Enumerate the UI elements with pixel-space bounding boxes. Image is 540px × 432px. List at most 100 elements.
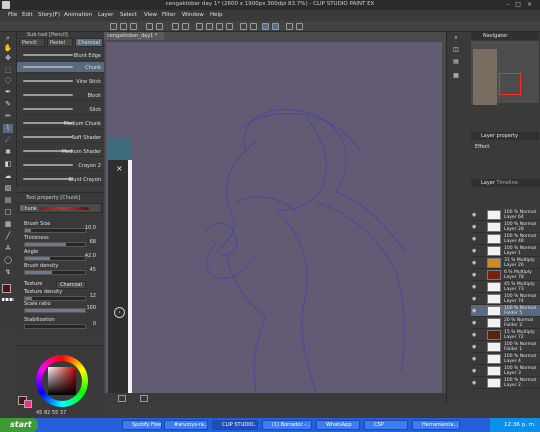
navigator-viewport[interactable] (499, 73, 521, 95)
special-ruler-icon[interactable] (286, 23, 293, 30)
blend-icon[interactable]: ☁ (3, 172, 13, 181)
tab-pencil[interactable]: Pencil (19, 38, 45, 47)
brush-item[interactable]: Soft Shader (17, 132, 105, 143)
prop-slider[interactable] (24, 242, 86, 247)
start-button[interactable]: start (0, 418, 38, 432)
selection-icon[interactable]: ⬚ (3, 66, 13, 75)
texture-select[interactable]: Charcoal (56, 281, 86, 289)
eye-icon[interactable]: ◉ (472, 284, 476, 290)
transform-icon[interactable] (196, 23, 203, 30)
move-icon[interactable]: ✥ (3, 54, 13, 63)
document-tab[interactable]: cengaktober_day1 * (104, 32, 164, 40)
menu-filter[interactable]: Filter (162, 12, 176, 18)
prop-slider[interactable] (24, 228, 86, 233)
brush-item-selected[interactable]: Chunk (17, 62, 105, 73)
frame-icon[interactable]: ▦ (3, 220, 13, 229)
zoom-icon[interactable]: ⌕ (3, 34, 13, 43)
eye-icon[interactable]: ◉ (472, 320, 476, 326)
prop-texture[interactable]: Texture Charcoal (16, 279, 104, 289)
rotate-icon[interactable] (140, 395, 148, 402)
save-icon[interactable] (130, 23, 137, 30)
eye-icon[interactable]: ◉ (472, 236, 476, 242)
layer-row[interactable]: ◉ 100 % Normal Folder 5 (471, 305, 540, 317)
main-color-swatch[interactable] (2, 284, 11, 293)
tab-charcoal[interactable]: Charcoal (75, 38, 103, 47)
layer-row[interactable]: ◉ 100 % Normal Layer 48 (471, 233, 540, 245)
prop-stabilization[interactable]: Stabilization 0 (16, 317, 104, 331)
eye-icon[interactable]: ◉ (472, 332, 476, 338)
eye-icon[interactable]: ◉ (472, 356, 476, 362)
pen-pressure-icon[interactable] (262, 23, 269, 30)
menu-select[interactable]: Select (120, 12, 137, 18)
saturation-value-square[interactable] (48, 367, 76, 395)
eye-icon[interactable]: ◉ (472, 224, 476, 230)
menu-view[interactable]: View (144, 12, 157, 18)
chevron-right-icon[interactable]: › (114, 307, 125, 318)
grid-icon[interactable] (296, 23, 303, 30)
airbrush-icon[interactable]: ☄ (3, 136, 13, 145)
lasso-icon[interactable]: ◌ (3, 76, 13, 85)
fill-tool-icon[interactable]: ▨ (3, 184, 13, 193)
task-spotify[interactable]: Spotify Free (122, 420, 162, 430)
task-browser[interactable]: #arumys-ra... (164, 420, 208, 430)
layer-row[interactable]: ◉ 45 % Multiply Layer 73 (471, 281, 540, 293)
layer-row[interactable]: ◉ 100 % Normal Layer 74 (471, 293, 540, 305)
menu-file[interactable]: File (8, 12, 17, 18)
prop-angle[interactable]: Angle 42.0 (16, 249, 104, 263)
fill-icon[interactable] (182, 23, 189, 30)
undo-icon[interactable] (146, 23, 153, 30)
prop-slider[interactable] (24, 256, 86, 261)
close-icon[interactable]: × (116, 164, 123, 173)
tab-icon[interactable]: ▦ (451, 72, 461, 81)
layer-row[interactable]: ◉ 100 % Normal Folder 1 (471, 341, 540, 353)
layer-row[interactable]: ◉ 15 % Multiply Layer 72 (471, 329, 540, 341)
task-herramienta[interactable]: Herramienta... (412, 420, 460, 430)
ruler-icon[interactable] (250, 23, 257, 30)
prop-slider[interactable] (24, 308, 86, 313)
ruler-tool-icon[interactable]: ╱ (3, 232, 13, 241)
redo-icon[interactable] (156, 23, 163, 30)
correct-line-icon[interactable]: ↯ (3, 268, 13, 277)
layer-search-icon[interactable]: ⌕ (451, 34, 461, 43)
prop-thickness[interactable]: Thickness 68 (16, 235, 104, 249)
menu-edit[interactable]: Edit (22, 12, 33, 18)
new-icon[interactable] (110, 23, 117, 30)
hand-icon[interactable]: ✋ (3, 44, 13, 53)
figure-icon[interactable]: □ (3, 208, 13, 217)
deselect-icon[interactable] (206, 23, 213, 30)
navigator-tab-icon[interactable]: ◫ (451, 46, 461, 55)
layer-row[interactable]: ◉ 100 % Normal Layer 3 (471, 365, 540, 377)
prop-brush-size[interactable]: Brush Size 10.0 (16, 221, 104, 235)
brush-item[interactable]: Medium Chunk (17, 118, 105, 129)
layer-row[interactable]: ◉ 31 % Multiply Layer 26 (471, 257, 540, 269)
prop-scale-ratio[interactable]: Scale ratio 100 (16, 301, 104, 315)
eye-icon[interactable]: ◉ (472, 272, 476, 278)
crop-icon[interactable] (226, 23, 233, 30)
clear-icon[interactable] (172, 23, 179, 30)
layer-row[interactable]: ◉ 6 % Multiply Layer 78 (471, 269, 540, 281)
drawing-canvas[interactable] (106, 42, 442, 400)
eye-icon[interactable]: ◉ (472, 344, 476, 350)
open-icon[interactable] (120, 23, 127, 30)
window-controls[interactable]: –□× (506, 1, 538, 8)
prop-brush-density[interactable]: Brush density 45 (16, 263, 104, 277)
menu-window[interactable]: Window (182, 12, 204, 18)
system-tray-clock[interactable]: 12:36 p. m. (490, 418, 540, 432)
brush-ink-icon[interactable] (272, 23, 279, 30)
pen-icon[interactable]: ✎ (3, 100, 13, 109)
layer-row[interactable]: ◉ 20 % Normal Folder 2 (471, 317, 540, 329)
task-csp[interactable]: CSP (364, 420, 408, 430)
brush-icon[interactable]: ⌇ (3, 124, 13, 133)
layer-row[interactable]: ◉ 100 % Normal Layer 2 (471, 377, 540, 389)
decoration-icon[interactable]: ✱ (3, 148, 13, 157)
transparent-color-swatch[interactable] (2, 298, 14, 301)
task-whatsapp[interactable]: WhatsApp (316, 420, 360, 430)
eye-icon[interactable]: ◉ (472, 212, 476, 218)
brush-item[interactable]: Vine Stick (17, 76, 105, 87)
eye-icon[interactable]: ◉ (472, 368, 476, 374)
text-icon[interactable]: A (3, 244, 13, 253)
eye-icon[interactable]: ◉ (472, 260, 476, 266)
brush-item[interactable]: Medium Shader (17, 146, 105, 157)
menu-layer[interactable]: Layer (98, 12, 113, 18)
prop-slider[interactable] (24, 270, 86, 275)
